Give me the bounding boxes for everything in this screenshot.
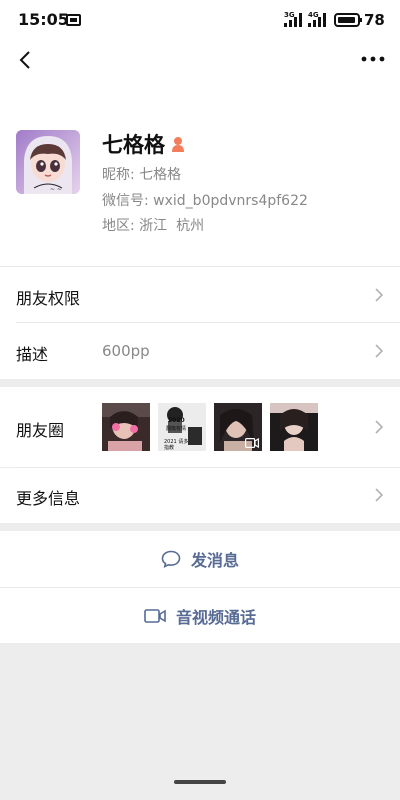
moments-row[interactable]: 朋友圈 2020 翻篇有情 2021 请多指教 bbox=[0, 387, 400, 467]
friend-permissions-label: 朋友权限 bbox=[16, 289, 81, 308]
home-indicator[interactable] bbox=[174, 780, 226, 784]
chat-bubble-icon bbox=[161, 550, 181, 568]
wechat-id-line: 微信号: wxid_b0pdvnrs4pf622 bbox=[102, 190, 308, 210]
description-label: 描述 bbox=[16, 345, 49, 364]
chevron-right-icon bbox=[375, 420, 384, 434]
send-message-label: 发消息 bbox=[190, 551, 239, 570]
moment-photo-4 bbox=[270, 403, 318, 451]
moment-photo-2: 2020 翻篇有情 2021 请多指教 bbox=[158, 403, 206, 451]
more-info-label: 更多信息 bbox=[16, 489, 81, 508]
nickname-label: 昵称: bbox=[102, 167, 135, 183]
video-icon bbox=[245, 438, 259, 448]
moment-caption-bottom: 2021 请多指教 bbox=[164, 439, 189, 451]
wechat-id-label: 微信号: bbox=[102, 193, 149, 209]
moment-photo-3 bbox=[214, 403, 262, 451]
video-call-label: 音视频通话 bbox=[175, 607, 256, 627]
battery-level: 78 bbox=[364, 11, 385, 29]
friend-permissions-row[interactable]: 朋友权限 bbox=[0, 267, 400, 323]
more-info-row[interactable]: 更多信息 bbox=[0, 468, 400, 523]
display-name: 七格格 bbox=[102, 133, 165, 157]
svg-text:~ ~: ~ ~ bbox=[50, 186, 62, 193]
avatar[interactable]: ~ ~ bbox=[16, 130, 80, 194]
send-message-button[interactable]: 发消息 bbox=[0, 531, 400, 587]
moments-label: 朋友圈 bbox=[16, 421, 65, 440]
wechat-id-value: wxid_b0pdvnrs4pf622 bbox=[153, 193, 308, 209]
status-time: 15:05 bbox=[18, 10, 69, 29]
status-bar: 15:05 3G 4G 78 bbox=[0, 0, 400, 42]
signal-3g-icon: 3G bbox=[284, 11, 302, 27]
moment-photo-1 bbox=[102, 403, 150, 451]
more-icon[interactable] bbox=[360, 54, 386, 64]
signal-4g-icon: 4G bbox=[308, 11, 326, 27]
description-value: 600pp bbox=[102, 342, 150, 360]
back-icon[interactable] bbox=[17, 50, 37, 70]
video-camera-icon bbox=[144, 608, 166, 623]
video-call-button[interactable]: 音视频通话 bbox=[0, 588, 400, 643]
nickname-line: 昵称: 七格格 bbox=[102, 164, 181, 184]
chevron-right-icon bbox=[375, 288, 384, 302]
region-label: 地区: bbox=[102, 218, 135, 234]
moment-caption-top: 2020 bbox=[168, 417, 185, 424]
notification-icon bbox=[66, 14, 81, 26]
nav-bar bbox=[0, 42, 400, 82]
chevron-right-icon bbox=[375, 488, 384, 502]
profile-header: ~ ~ 七格格 昵称: 七格格 微信号: wxid_b0pdvnrs4pf622… bbox=[0, 82, 400, 268]
female-person-icon bbox=[172, 137, 184, 152]
chevron-right-icon bbox=[375, 344, 384, 358]
region-line: 地区: 浙江 杭州 bbox=[102, 215, 204, 235]
battery-icon bbox=[334, 13, 362, 27]
nickname-value: 七格格 bbox=[139, 167, 182, 183]
description-row[interactable]: 描述 600pp bbox=[0, 323, 400, 379]
region-value: 浙江 杭州 bbox=[139, 218, 205, 234]
moment-caption-mid: 翻篇有情 bbox=[166, 426, 187, 432]
name-row: 七格格 bbox=[102, 130, 185, 158]
